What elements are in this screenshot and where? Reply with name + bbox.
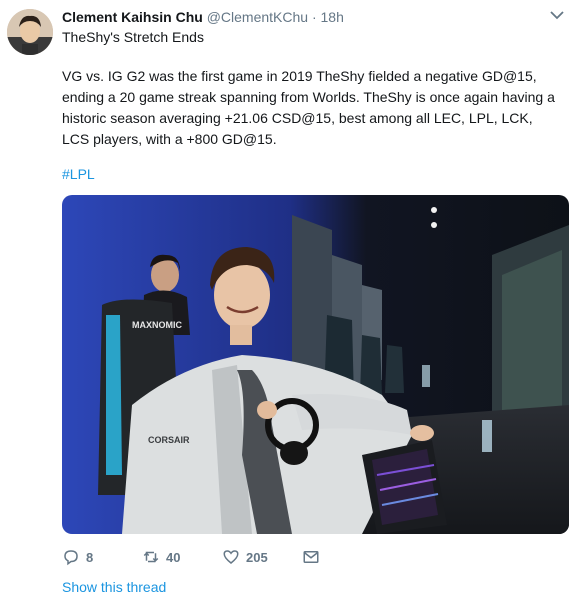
tweet-title: TheShy's Stretch Ends (62, 29, 204, 45)
sponsor-logo-text: CORSAIR (148, 435, 190, 445)
hashtag-link[interactable]: #LPL (62, 165, 95, 183)
like-button[interactable]: 205 (222, 546, 268, 568)
avatar[interactable] (7, 9, 53, 55)
direct-message-button[interactable] (302, 546, 320, 568)
message-icon (303, 551, 319, 563)
timestamp[interactable]: 18h (321, 9, 344, 25)
reply-icon (64, 550, 78, 566)
retweet-icon (143, 551, 159, 563)
tweet-body: VG vs. IG G2 was the first game in 2019 … (62, 68, 555, 147)
like-count: 205 (246, 549, 268, 565)
author-handle[interactable]: @ClementKChu (207, 9, 308, 25)
tweet-header: Clement Kaihsin Chu @ClementKChu · 18h (62, 8, 556, 28)
retweet-count: 40 (166, 549, 181, 565)
chair-brand-text: MAXNOMIC (132, 320, 182, 330)
reply-count: 8 (86, 549, 94, 565)
tweet-photo[interactable]: MAXNOMIC CORSAIR (62, 195, 569, 534)
reply-button[interactable]: 8 (62, 546, 93, 568)
author-name[interactable]: Clement Kaihsin Chu (62, 9, 203, 25)
retweet-button[interactable]: 40 (142, 546, 180, 568)
show-thread-link[interactable]: Show this thread (62, 578, 166, 596)
separator-dot: · (311, 9, 317, 25)
like-icon (223, 550, 239, 564)
tweet-actions: 8 40 205 (62, 546, 362, 568)
chevron-down-icon[interactable] (550, 10, 564, 20)
